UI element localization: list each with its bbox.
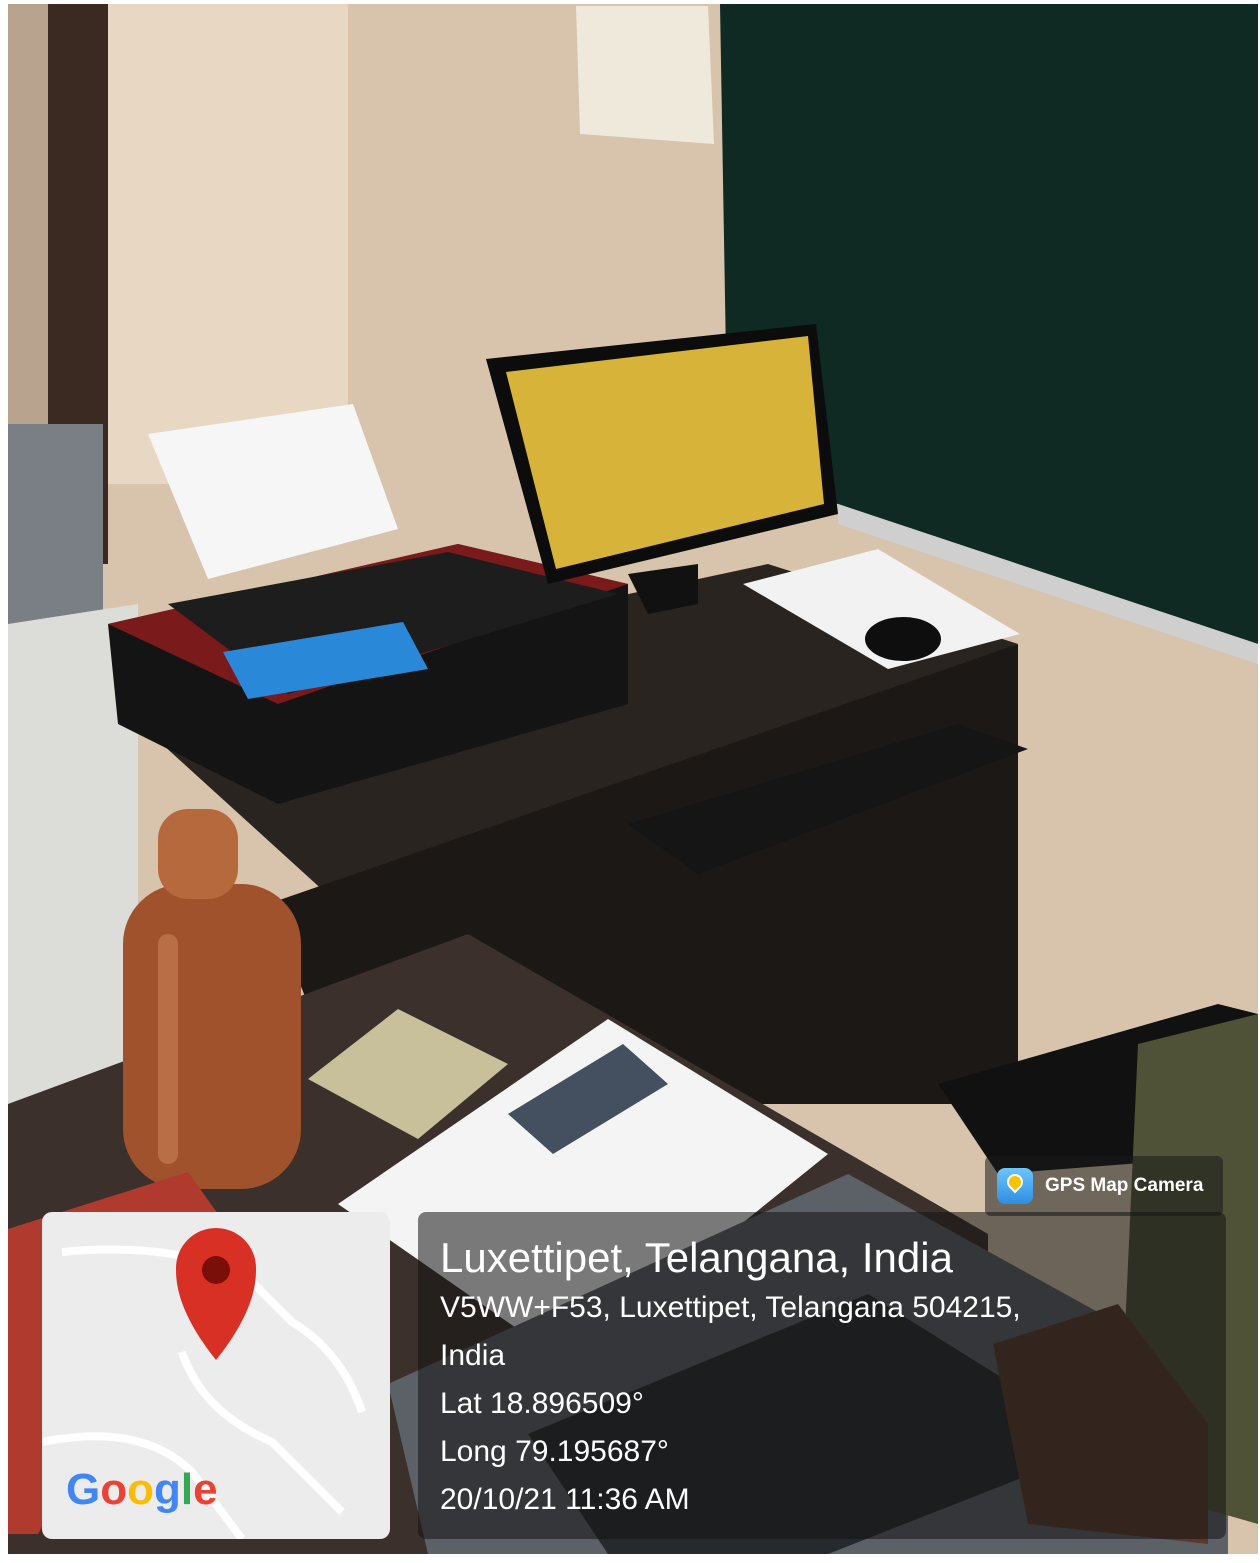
location-info-panel: Luxettipet, Telangana, India V5WW+F53, L… [418,1212,1226,1539]
google-logo: Google [66,1465,218,1514]
latitude: Lat 18.896509° [440,1387,644,1420]
address-line-2: India [440,1339,506,1372]
gps-map-camera-app-icon [997,1168,1033,1204]
app-name: GPS Map Camera [1045,1175,1204,1196]
map-thumbnail: Google [42,1212,390,1539]
bottle-cap [158,809,238,899]
mouse [865,617,941,661]
location-pin-icon [176,1228,256,1360]
notice-paper [576,6,714,144]
copper-bottle [123,884,301,1189]
datetime: 20/10/21 11:36 AM [440,1483,690,1516]
longitude: Long 79.195687° [440,1435,669,1468]
place-name: Luxettipet, Telangana, India [440,1234,953,1281]
gps-map-camera-badge: GPS Map Camera [985,1156,1223,1216]
photo-frame: GPS Map Camera Google Luxettipet, Telang… [8,4,1258,1554]
bottle-highlight [158,934,178,1164]
address-line-1: V5WW+F53, Luxettipet, Telangana 504215, [440,1291,1021,1324]
